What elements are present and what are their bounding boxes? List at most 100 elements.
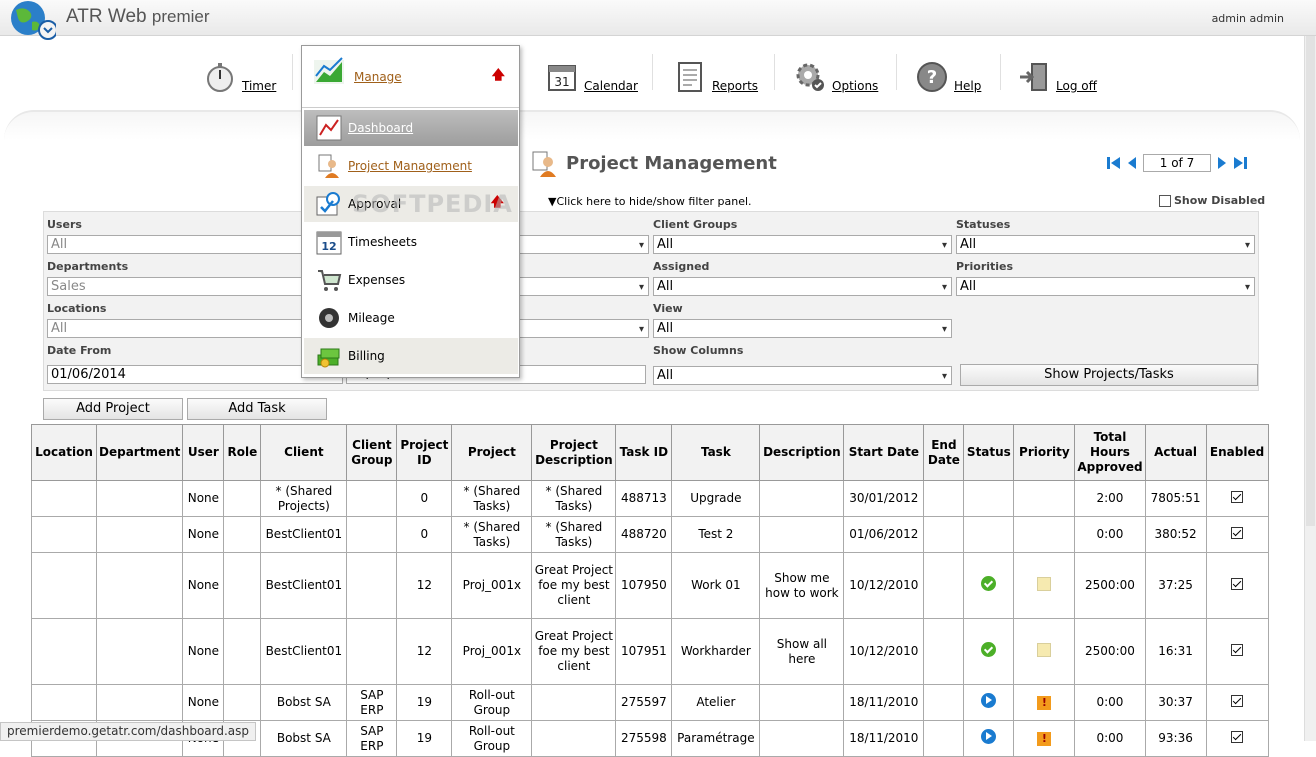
menu-item-label[interactable]: Timesheets bbox=[348, 235, 417, 249]
statuses-select[interactable]: All ▾ bbox=[956, 235, 1255, 254]
menu-item-label[interactable]: Project Management bbox=[348, 159, 472, 173]
column-header[interactable]: Role bbox=[223, 424, 262, 481]
column-header[interactable]: Description bbox=[759, 424, 845, 481]
table-header-row: Location Department User Role Client Client G… bbox=[31, 424, 1269, 481]
menu-item-expenses[interactable]: Expenses bbox=[304, 262, 518, 298]
departments-select[interactable]: Sales bbox=[47, 277, 343, 296]
nav-separator bbox=[774, 54, 775, 90]
column-header[interactable]: Project ID bbox=[396, 424, 453, 481]
locations-select[interactable]: All bbox=[47, 319, 343, 338]
enabled-checkbox[interactable] bbox=[1231, 490, 1244, 503]
show-disabled-checkbox[interactable] bbox=[1159, 194, 1171, 207]
gear-icon bbox=[796, 63, 824, 91]
column-header[interactable]: Status bbox=[963, 424, 1015, 481]
filter-toggle-text[interactable]: Click here to hide/show filter panel. bbox=[556, 195, 751, 208]
menu-item-mileage[interactable]: Mileage bbox=[304, 300, 518, 336]
show-projects-tasks-button[interactable]: Show Projects/Tasks bbox=[960, 364, 1258, 386]
cell-task-id: 488720 bbox=[615, 516, 673, 553]
manage-menu-label[interactable]: Manage bbox=[354, 70, 402, 84]
column-header[interactable]: Priority bbox=[1013, 424, 1076, 481]
next-page-icon[interactable] bbox=[1217, 156, 1227, 170]
column-header[interactable]: Project bbox=[451, 424, 533, 481]
column-header[interactable]: Project Description bbox=[531, 424, 617, 481]
nav-timer[interactable]: Timer bbox=[204, 52, 276, 102]
cell-priority bbox=[1013, 552, 1076, 619]
enabled-checkbox[interactable] bbox=[1231, 577, 1244, 590]
first-page-icon[interactable] bbox=[1107, 156, 1121, 170]
column-header[interactable]: End Date bbox=[923, 424, 965, 481]
nav-timer-label[interactable]: Timer bbox=[242, 79, 276, 93]
table-row[interactable]: None BestClient01 12 Proj_001x Great Project… bbox=[31, 618, 1269, 685]
table-row[interactable]: None BestClient01 0 * (Shared Tasks) * (Shar… bbox=[31, 516, 1269, 553]
scrollbar-thumb[interactable] bbox=[1306, 36, 1315, 526]
priorities-select[interactable]: All ▾ bbox=[956, 277, 1255, 296]
menu-item-timesheets[interactable]: 12 Timesheets bbox=[304, 224, 518, 260]
assigned-select[interactable]: All ▾ bbox=[653, 277, 952, 296]
table-row[interactable]: None Bobst SASAP ERP19Roll-out Group 27559… bbox=[31, 684, 1269, 721]
table-row[interactable]: None BestClient01 12 Proj_001x Great Project… bbox=[31, 552, 1269, 619]
nav-options-label[interactable]: Options bbox=[832, 79, 878, 93]
nav-help-label[interactable]: Help bbox=[954, 79, 981, 93]
cell-location bbox=[31, 516, 97, 553]
previous-page-icon[interactable] bbox=[1127, 156, 1137, 170]
show-disabled-toggle[interactable]: Show Disabled bbox=[1159, 194, 1265, 207]
cell-hours: 0:00 bbox=[1074, 720, 1146, 757]
client-groups-select[interactable]: All ▾ bbox=[653, 235, 952, 254]
view-select[interactable]: All ▾ bbox=[653, 319, 952, 338]
column-header[interactable]: Enabled bbox=[1205, 424, 1269, 481]
menu-item-approval[interactable]: Approval 🡅 bbox=[304, 186, 518, 222]
browser-status-bar: premierdemo.getatr.com/dashboard.asp bbox=[0, 722, 257, 741]
nav-reports-label[interactable]: Reports bbox=[712, 79, 758, 93]
column-header[interactable]: Task ID bbox=[615, 424, 673, 481]
add-task-button[interactable]: Add Task bbox=[187, 398, 327, 420]
show-columns-select[interactable]: All ▾ bbox=[653, 366, 952, 385]
money-icon bbox=[317, 348, 340, 368]
menu-item-label[interactable]: Billing bbox=[348, 349, 385, 363]
page-indicator[interactable]: 1 of 7 bbox=[1143, 154, 1211, 172]
shopping-cart-icon bbox=[318, 270, 342, 291]
column-header[interactable]: Actual bbox=[1144, 424, 1207, 481]
cell-status bbox=[963, 516, 1015, 553]
vertical-scrollbar[interactable] bbox=[1304, 36, 1316, 741]
column-header[interactable]: Location bbox=[31, 424, 97, 481]
enabled-checkbox[interactable] bbox=[1231, 694, 1244, 707]
nav-help[interactable]: ? Help bbox=[916, 52, 981, 102]
cell-role bbox=[223, 684, 262, 721]
menu-item-label[interactable]: Dashboard bbox=[348, 121, 413, 135]
column-header[interactable]: Client Group bbox=[346, 424, 398, 481]
nav-calendar[interactable]: 31 Calendar bbox=[546, 52, 638, 102]
column-header[interactable]: Department bbox=[95, 424, 184, 481]
tire-icon bbox=[319, 308, 339, 328]
menu-item-billing[interactable]: Billing bbox=[304, 338, 518, 374]
menu-item-project-management[interactable]: Project Management bbox=[304, 148, 518, 184]
users-select[interactable]: All bbox=[47, 235, 343, 254]
column-header[interactable]: Total Hours Approved bbox=[1074, 424, 1146, 481]
nav-calendar-label[interactable]: Calendar bbox=[584, 79, 638, 93]
nav-options[interactable]: Options bbox=[794, 52, 878, 102]
view-label: View bbox=[653, 302, 683, 315]
chevron-down-icon: ▾ bbox=[638, 324, 644, 335]
cell-client-group bbox=[346, 480, 398, 517]
enabled-checkbox[interactable] bbox=[1231, 526, 1244, 539]
last-page-icon[interactable] bbox=[1233, 156, 1247, 170]
menu-item-label[interactable]: Expenses bbox=[348, 273, 405, 287]
menu-item-label[interactable]: Approval bbox=[348, 197, 401, 211]
nav-reports[interactable]: Reports bbox=[674, 52, 758, 102]
menu-item-dashboard[interactable]: Dashboard bbox=[304, 110, 518, 146]
nav-logoff[interactable]: Log off bbox=[1018, 52, 1097, 102]
cell-client: Bobst SA bbox=[260, 684, 348, 721]
manage-menu-header[interactable]: Manage 🡅 bbox=[302, 46, 519, 108]
column-header[interactable]: Client bbox=[260, 424, 348, 481]
date-from-input[interactable]: 01/06/2014 bbox=[47, 365, 343, 384]
menu-item-label[interactable]: Mileage bbox=[348, 311, 395, 325]
chevron-down-icon: ▾ bbox=[941, 324, 947, 335]
add-project-button[interactable]: Add Project bbox=[43, 398, 183, 420]
column-header[interactable]: User bbox=[182, 424, 225, 481]
column-header[interactable]: Task bbox=[671, 424, 761, 481]
nav-logoff-label[interactable]: Log off bbox=[1056, 79, 1097, 93]
chevron-down-icon: ▾ bbox=[638, 240, 644, 251]
column-header[interactable]: Start Date bbox=[843, 424, 925, 481]
enabled-checkbox[interactable] bbox=[1231, 643, 1244, 656]
filter-toggle-link[interactable]: ▼Click here to hide/show filter panel. bbox=[548, 195, 752, 208]
table-row[interactable]: None * (Shared Projects) 0 * (Shared Tasks)… bbox=[31, 480, 1269, 517]
